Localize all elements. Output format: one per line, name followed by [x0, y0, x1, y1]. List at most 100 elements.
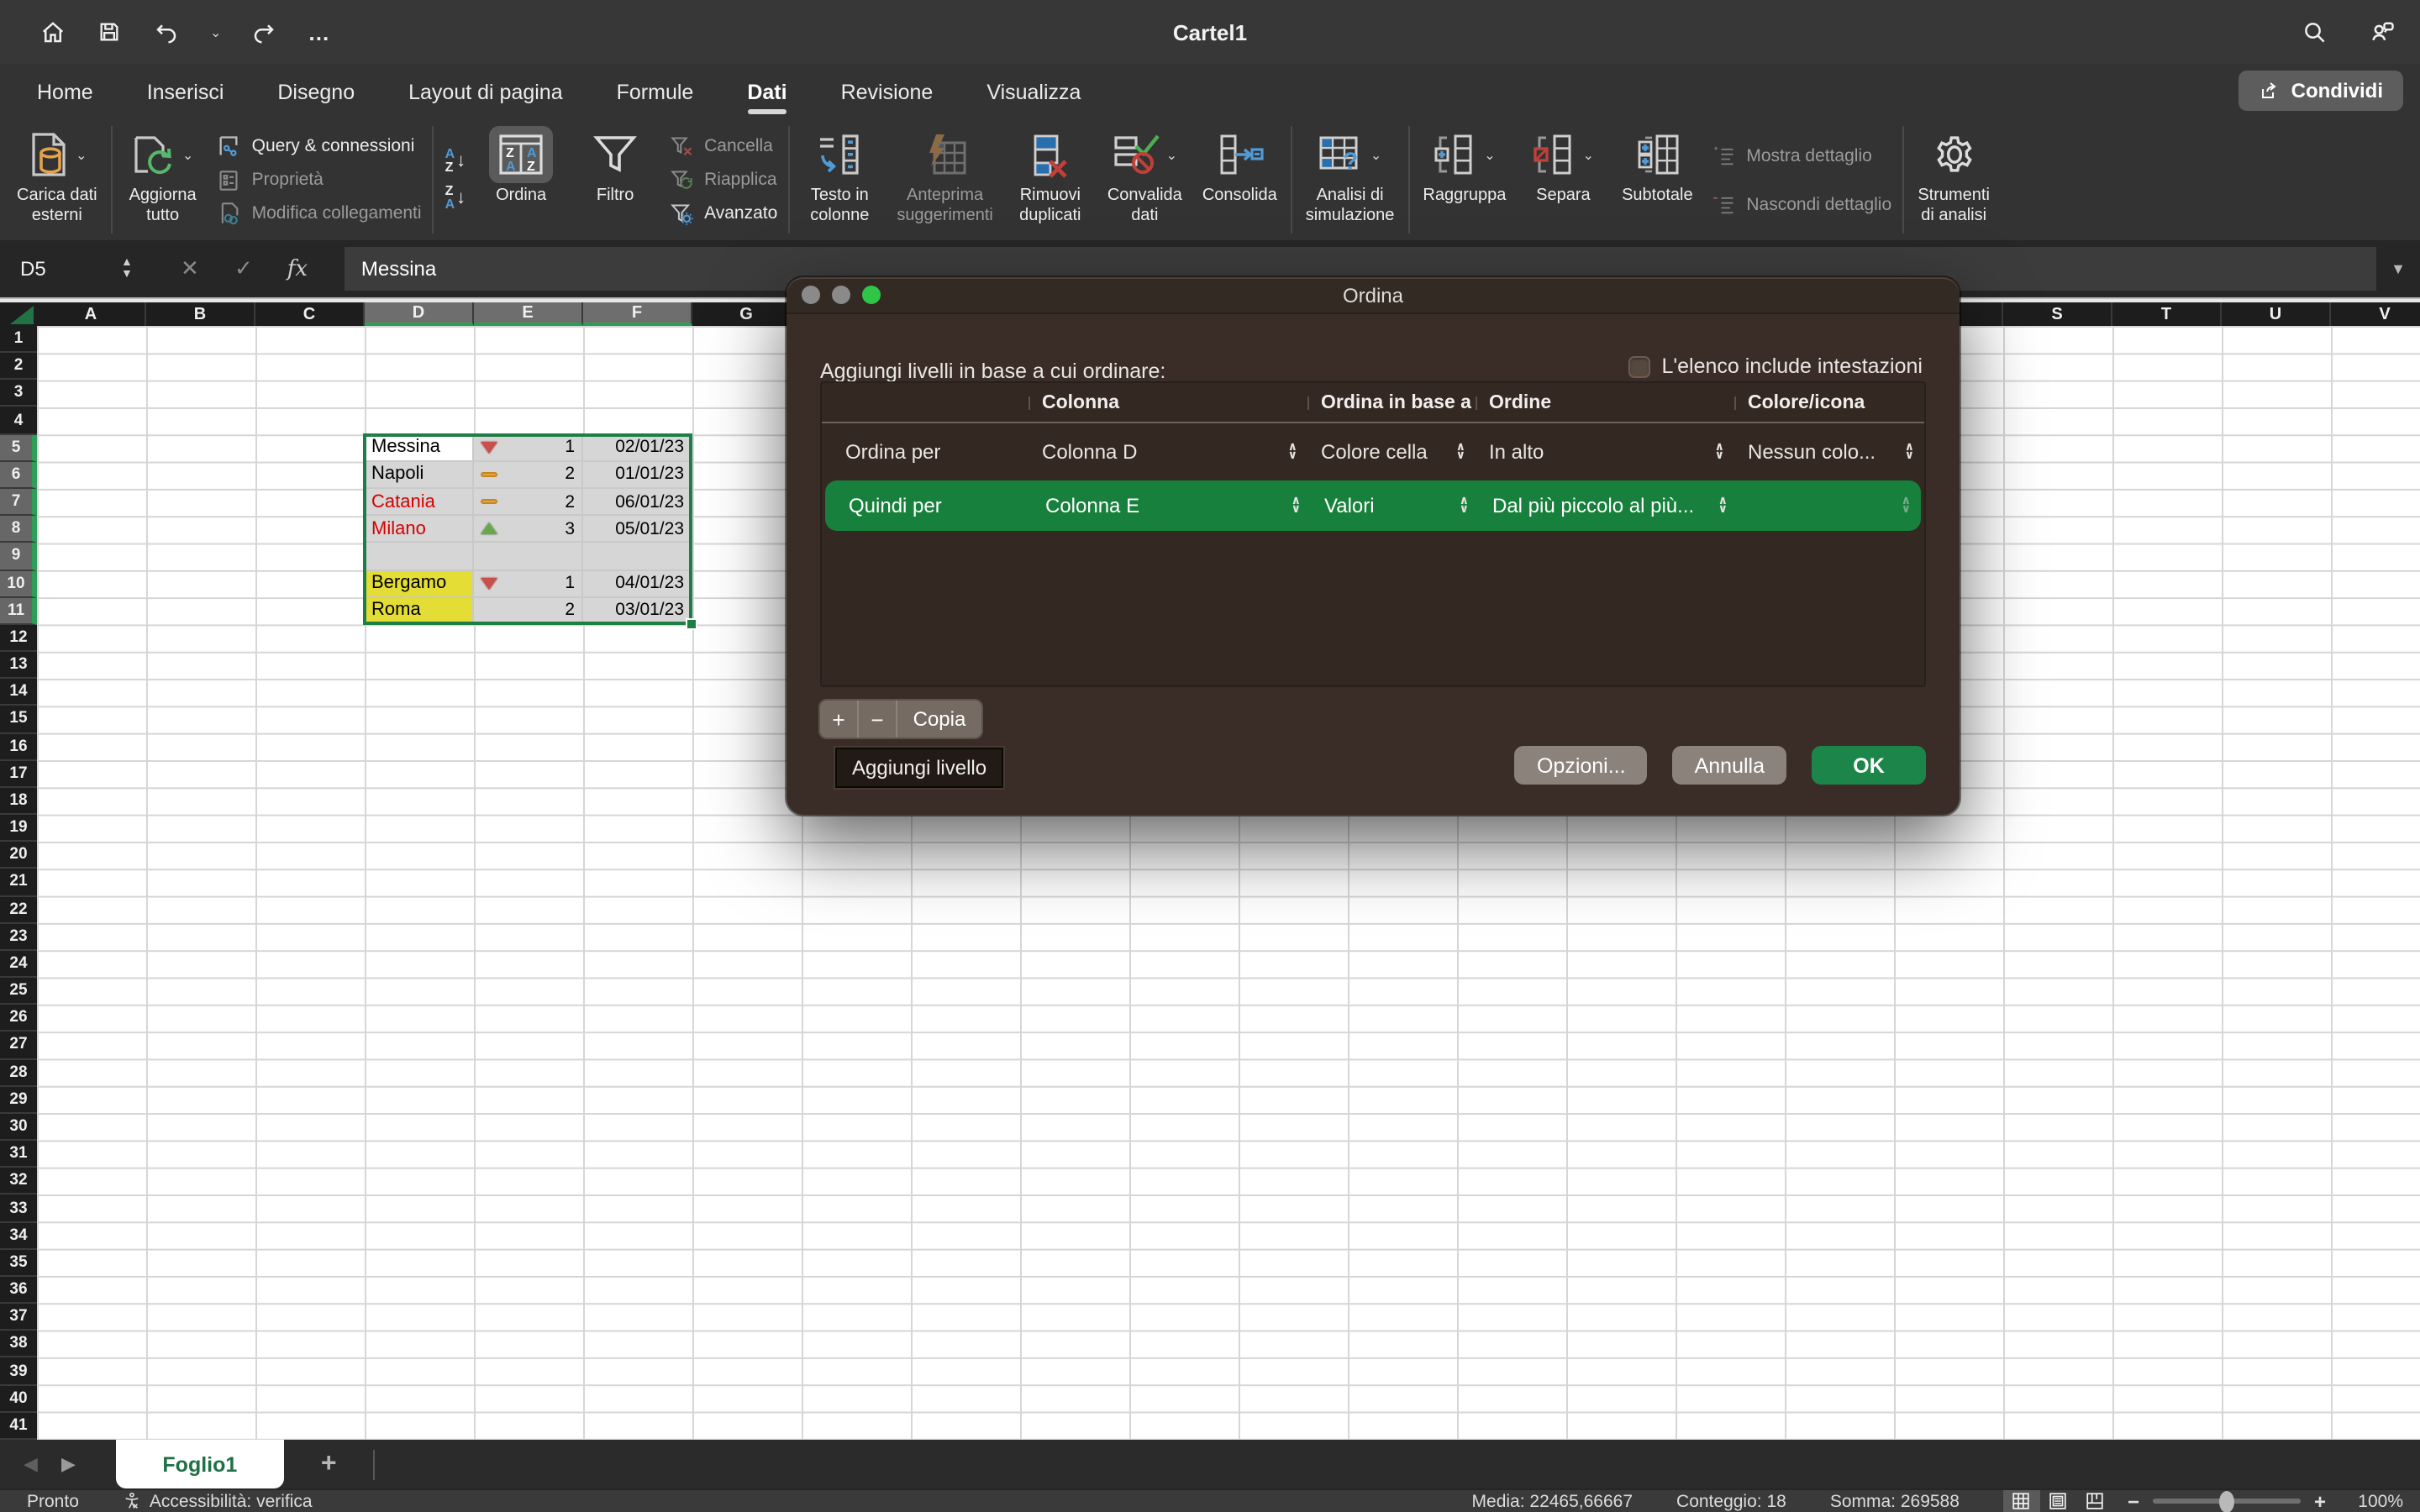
modifica-collegamenti-button[interactable]: Modifica collegamenti: [217, 201, 422, 226]
row-header-24[interactable]: 24: [0, 951, 37, 978]
row-header-40[interactable]: 40: [0, 1385, 37, 1412]
ordina-in-base-a-dropdown[interactable]: Valori: [1311, 494, 1456, 517]
sort-za-button[interactable]: ZA↓: [445, 185, 466, 212]
ordine-dropdown[interactable]: Dal più piccolo al più...: [1479, 494, 1715, 517]
cell-E9[interactable]: [474, 543, 583, 570]
cell-D11[interactable]: Roma: [365, 597, 474, 624]
row-header-30[interactable]: 30: [0, 1114, 37, 1141]
row-header-29[interactable]: 29: [0, 1087, 37, 1114]
sheet-tab-foglio1[interactable]: Foglio1: [116, 1440, 284, 1488]
stepper-icon[interactable]: ∧∨: [1902, 497, 1911, 514]
query-connessioni-button[interactable]: Query & connessioni: [217, 134, 422, 159]
people-chat-icon[interactable]: [2366, 17, 2396, 47]
cell-D7[interactable]: Catania: [365, 489, 474, 516]
convalida-dati-button[interactable]: ⌄ Convalida dati: [1097, 119, 1192, 240]
name-box[interactable]: D5: [0, 257, 121, 281]
cell-F9[interactable]: [583, 543, 692, 570]
cell-F6[interactable]: 01/01/23: [583, 462, 692, 489]
column-header-D[interactable]: D: [365, 302, 474, 326]
cell-D9[interactable]: [365, 543, 474, 570]
cell-E7[interactable]: 2: [474, 489, 583, 516]
row-header-33[interactable]: 33: [0, 1195, 37, 1222]
undo-chevron-icon[interactable]: ⌄: [210, 24, 221, 39]
row-header-22[interactable]: 22: [0, 896, 37, 923]
row-header-16[interactable]: 16: [0, 733, 37, 760]
add-level-button[interactable]: +: [820, 701, 859, 738]
tab-formule[interactable]: Formule: [590, 64, 721, 119]
column-header-G[interactable]: G: [692, 302, 802, 326]
zoom-slider-thumb[interactable]: [2219, 1490, 2234, 1512]
row-header-20[interactable]: 20: [0, 842, 37, 869]
cell-E10[interactable]: 1: [474, 570, 583, 597]
search-icon[interactable]: [2299, 17, 2329, 47]
row-header-10[interactable]: 10: [0, 570, 37, 597]
row-header-1[interactable]: 1: [0, 326, 37, 353]
riapplica-button[interactable]: Riapplica: [669, 167, 777, 192]
remove-level-button[interactable]: −: [859, 701, 897, 738]
list-has-headers-checkbox[interactable]: [1628, 355, 1649, 377]
row-header-36[interactable]: 36: [0, 1277, 37, 1304]
cell-E5[interactable]: 1: [474, 434, 583, 461]
tab-revisione[interactable]: Revisione: [814, 64, 960, 119]
row-header-35[interactable]: 35: [0, 1250, 37, 1277]
cell-E11[interactable]: 2: [474, 597, 583, 624]
column-header-F[interactable]: F: [583, 302, 692, 326]
row-header-27[interactable]: 27: [0, 1032, 37, 1059]
accessibility-status[interactable]: Accessibilità: verifica: [150, 1491, 313, 1511]
analisi-di-simulazione-button[interactable]: ? ⌄ Analisi di simulazione: [1296, 119, 1405, 240]
row-header-26[interactable]: 26: [0, 1005, 37, 1032]
row-header-8[interactable]: 8: [0, 516, 37, 543]
column-header-E[interactable]: E: [474, 302, 583, 326]
row-header-34[interactable]: 34: [0, 1222, 37, 1249]
home-icon[interactable]: [37, 17, 67, 47]
select-all-corner[interactable]: [0, 302, 37, 326]
column-header-S[interactable]: S: [2003, 302, 2112, 326]
tab-inserisci[interactable]: Inserisci: [120, 64, 251, 119]
sort-level-row-2[interactable]: Quindi perColonna E∧∨Valori∧∨Dal più pic…: [825, 480, 1921, 531]
next-sheet-icon[interactable]: ▶: [61, 1453, 76, 1475]
nascondi-dettaglio-button[interactable]: Nascondi dettaglio: [1711, 192, 1891, 217]
row-headers[interactable]: 1234567891011121314151617181920212223242…: [0, 326, 37, 1440]
row-header-6[interactable]: 6: [0, 462, 37, 489]
row-header-13[interactable]: 13: [0, 652, 37, 679]
row-header-5[interactable]: 5: [0, 434, 37, 461]
page-layout-view-button[interactable]: [2040, 1489, 2077, 1512]
opzioni-button[interactable]: Opzioni...: [1515, 746, 1648, 785]
dialog-title-bar[interactable]: Ordina: [786, 277, 1960, 314]
cell-E8[interactable]: 3: [474, 516, 583, 543]
row-header-39[interactable]: 39: [0, 1358, 37, 1385]
sort-level-row-1[interactable]: Ordina perColonna D∧∨Colore cella∧∨In al…: [822, 425, 1924, 477]
aggiorna-tutto-button[interactable]: ⌄ Aggiorna tutto: [116, 119, 210, 240]
cell-D10[interactable]: Bergamo: [365, 570, 474, 597]
formula-bar-expand-icon[interactable]: ▼: [2376, 260, 2420, 277]
cell-F7[interactable]: 06/01/23: [583, 489, 692, 516]
enter-icon[interactable]: ✓: [227, 255, 260, 282]
carica-dati-esterni-button[interactable]: ⌄ Carica dati esterni: [7, 119, 108, 240]
row-header-15[interactable]: 15: [0, 706, 37, 733]
colore-icona-dropdown[interactable]: Nessun colo...: [1734, 439, 1902, 463]
tab-disegno[interactable]: Disegno: [250, 64, 381, 119]
avanzato-button[interactable]: Avanzato: [669, 201, 777, 226]
column-header-B[interactable]: B: [146, 302, 255, 326]
row-header-28[interactable]: 28: [0, 1059, 37, 1086]
stepper-icon[interactable]: ∧∨: [1292, 497, 1301, 514]
save-icon[interactable]: [94, 17, 124, 47]
cancella-button[interactable]: Cancella: [669, 134, 777, 159]
cancel-icon[interactable]: ✕: [173, 255, 207, 282]
subtotale-button[interactable]: Subtotale: [1610, 119, 1704, 240]
zoom-in-button[interactable]: +: [2314, 1489, 2326, 1512]
zoom-out-button[interactable]: −: [2128, 1489, 2139, 1512]
prev-sheet-icon[interactable]: ◀: [24, 1453, 38, 1475]
row-header-14[interactable]: 14: [0, 679, 37, 706]
colonna-dropdown[interactable]: Colonna E: [1032, 494, 1288, 517]
cell-E6[interactable]: 2: [474, 462, 583, 489]
strumenti-di-analisi-button[interactable]: Strumenti di analisi: [1907, 119, 2001, 240]
ordine-dropdown[interactable]: In alto: [1476, 439, 1712, 463]
cell-F11[interactable]: 03/01/23: [583, 597, 692, 624]
name-box-spinner[interactable]: ▲▼: [121, 258, 133, 280]
ordina-button[interactable]: ZAAZ Ordina: [474, 119, 568, 240]
share-button[interactable]: Condividi: [2239, 71, 2403, 111]
row-header-18[interactable]: 18: [0, 788, 37, 815]
column-header-C[interactable]: C: [255, 302, 365, 326]
anteprima-suggerimenti-button[interactable]: Anteprima suggerimenti: [886, 119, 1003, 240]
